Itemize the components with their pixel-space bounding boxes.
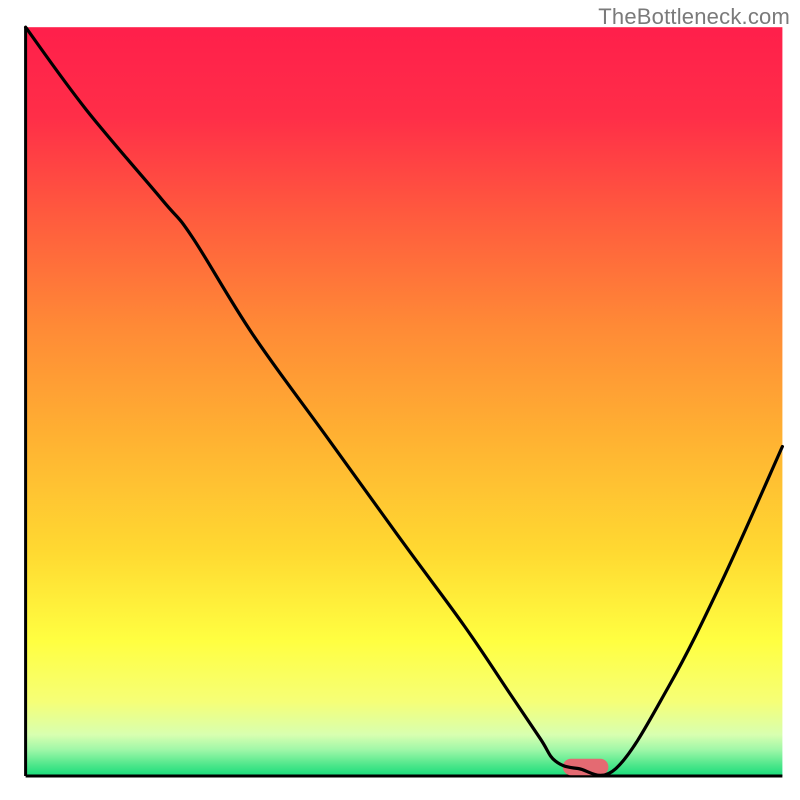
plot-background <box>26 27 783 776</box>
watermark-text: TheBottleneck.com <box>598 4 790 30</box>
chart-canvas <box>0 0 800 800</box>
bottleneck-chart: TheBottleneck.com <box>0 0 800 800</box>
